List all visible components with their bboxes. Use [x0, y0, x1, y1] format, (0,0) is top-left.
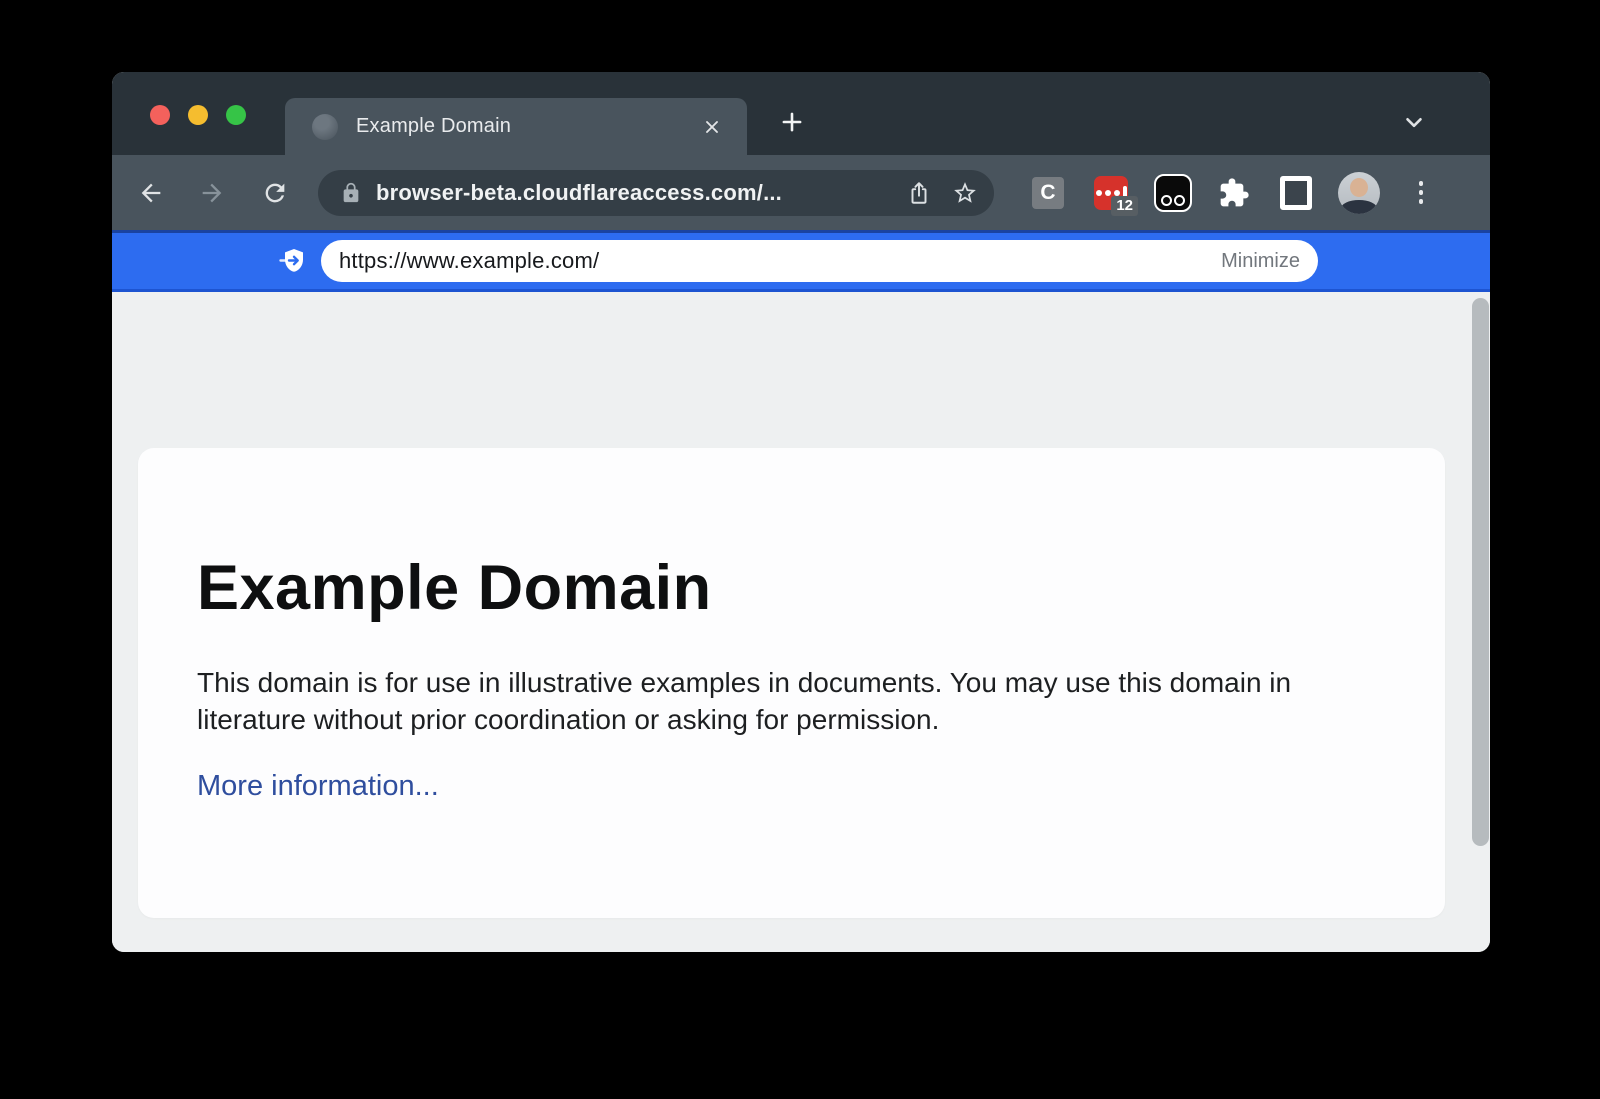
- forward-button[interactable]: [197, 178, 227, 208]
- address-bar[interactable]: browser-beta.cloudflareaccess.com/...: [318, 170, 994, 216]
- tab-example-domain[interactable]: Example Domain: [285, 98, 747, 155]
- c-extension-icon[interactable]: C: [1032, 177, 1064, 209]
- desktop-background: Example Domain: [0, 0, 1600, 1099]
- circle-glyph: [1161, 195, 1172, 206]
- page-title: Example Domain: [197, 552, 1385, 624]
- chevron-down-icon[interactable]: [1398, 106, 1430, 138]
- side-panel-icon[interactable]: [1280, 176, 1312, 210]
- scrollbar-thumb[interactable]: [1472, 298, 1489, 846]
- new-tab-button[interactable]: [774, 104, 810, 140]
- content-card: Example Domain This domain is for use in…: [138, 448, 1445, 918]
- more-information-link[interactable]: More information...: [197, 770, 439, 803]
- browser-toolbar: browser-beta.cloudflareaccess.com/... C …: [112, 155, 1490, 230]
- lock-icon: [340, 182, 362, 204]
- star-icon[interactable]: [950, 178, 980, 208]
- tab-close-icon[interactable]: [701, 116, 723, 138]
- profile-avatar[interactable]: [1338, 172, 1380, 214]
- browser-window: Example Domain: [112, 72, 1490, 952]
- c-extension-label: C: [1040, 181, 1055, 205]
- window-zoom-button[interactable]: [226, 105, 246, 125]
- window-close-button[interactable]: [150, 105, 170, 125]
- remote-url-text: https://www.example.com/: [339, 248, 1221, 274]
- extensions-puzzle-icon[interactable]: [1218, 177, 1250, 209]
- share-icon[interactable]: [904, 178, 934, 208]
- page-viewport: Example Domain This domain is for use in…: [112, 292, 1490, 952]
- kebab-menu-icon[interactable]: [1410, 178, 1432, 208]
- tab-strip: Example Domain: [112, 72, 1490, 155]
- page-paragraph: This domain is for use in illustrative e…: [197, 664, 1357, 738]
- reload-button[interactable]: [260, 178, 290, 208]
- extension-badge: 12: [1111, 196, 1138, 216]
- back-button[interactable]: [136, 178, 166, 208]
- address-bar-url: browser-beta.cloudflareaccess.com/...: [376, 180, 904, 206]
- window-minimize-button[interactable]: [188, 105, 208, 125]
- password-manager-extension-icon[interactable]: 12: [1094, 176, 1128, 210]
- circle-glyph: [1174, 195, 1185, 206]
- window-controls: [150, 105, 246, 125]
- two-circles-extension-icon[interactable]: [1154, 174, 1192, 212]
- shield-arrow-icon: [278, 246, 308, 276]
- tab-title: Example Domain: [356, 115, 701, 138]
- remote-url-bar[interactable]: https://www.example.com/ Minimize: [321, 240, 1318, 282]
- globe-icon: [312, 114, 338, 140]
- minimize-button[interactable]: Minimize: [1221, 250, 1300, 273]
- isolation-bar: https://www.example.com/ Minimize: [112, 230, 1490, 292]
